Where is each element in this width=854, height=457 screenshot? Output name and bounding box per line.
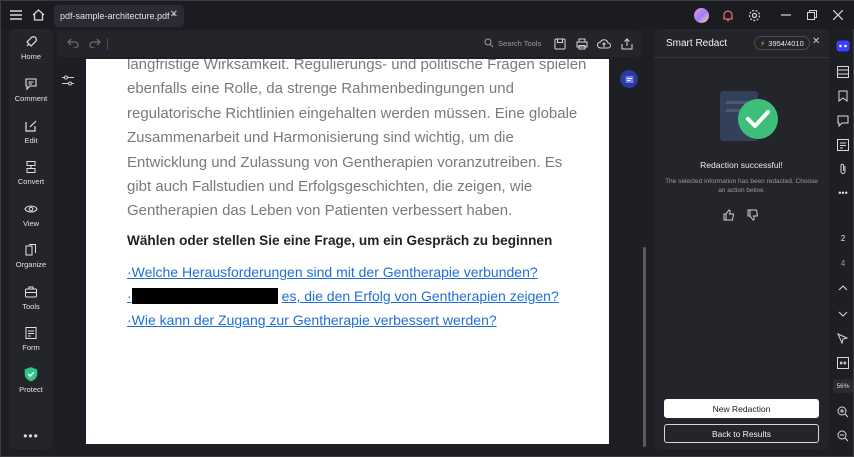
panel-divider bbox=[654, 57, 829, 58]
comment-icon bbox=[25, 78, 37, 91]
page-paragraph: langfristige Wirksamkeit. Regulierungs- … bbox=[127, 59, 587, 220]
form-icon bbox=[25, 327, 37, 339]
panel-toggle-icon[interactable] bbox=[836, 65, 850, 79]
redaction-box bbox=[131, 288, 278, 304]
app-window: pdf-sample-architecture.pdf * ✕ Home Com… bbox=[0, 0, 854, 457]
sidebar-item-label: Tools bbox=[22, 302, 40, 311]
organize-icon bbox=[25, 244, 36, 256]
vertical-scrollbar[interactable] bbox=[643, 247, 646, 447]
home-icon[interactable] bbox=[27, 4, 49, 26]
search-icon bbox=[484, 38, 494, 48]
redaction-success-icon bbox=[720, 91, 778, 141]
more-icon[interactable]: ••• bbox=[9, 429, 53, 443]
edit-icon bbox=[25, 120, 37, 132]
lightning-icon: ⚡ bbox=[760, 38, 766, 48]
sidebar-item-edit[interactable]: Edit bbox=[9, 119, 53, 157]
ai-assistant-icon[interactable] bbox=[620, 70, 638, 88]
current-page[interactable]: 2 bbox=[831, 234, 854, 243]
more-options-icon[interactable]: ••• bbox=[836, 186, 850, 200]
search-tools-input[interactable]: Search Tools bbox=[484, 38, 541, 48]
toolbox-icon bbox=[25, 286, 37, 298]
avatar[interactable] bbox=[694, 7, 709, 23]
sidebar-item-protect[interactable]: Protect bbox=[9, 366, 53, 404]
zoom-out-icon[interactable] bbox=[836, 429, 850, 443]
success-title: Redaction successful! bbox=[700, 160, 783, 170]
search-tools-placeholder: Search Tools bbox=[498, 38, 542, 48]
pdf-page: langfristige Wirksamkeit. Regulierungs- … bbox=[86, 59, 609, 444]
fit-width-icon[interactable] bbox=[836, 356, 850, 370]
sidebar-item-label: Comment bbox=[14, 94, 48, 103]
sidebar-item-tools[interactable]: Tools bbox=[9, 285, 53, 323]
sidebar-item-comment[interactable]: Comment bbox=[9, 77, 53, 115]
rocket-icon bbox=[26, 36, 37, 47]
bell-icon[interactable] bbox=[717, 4, 739, 26]
sidebar-item-view[interactable]: View bbox=[9, 202, 53, 240]
minimize-icon[interactable] bbox=[775, 4, 797, 26]
credits-count: 3954/4010 bbox=[768, 38, 804, 48]
chevron-up-icon[interactable] bbox=[836, 281, 850, 295]
document-toolbar: Search Tools bbox=[57, 31, 641, 57]
fields-icon[interactable] bbox=[836, 138, 850, 152]
question-link-1[interactable]: ·Welche Herausforderungen sind mit der G… bbox=[127, 264, 538, 280]
convert-icon bbox=[26, 161, 36, 173]
new-redaction-button[interactable]: New Redaction bbox=[664, 399, 819, 418]
page-heading: Wählen oder stellen Sie eine Frage, um e… bbox=[127, 233, 553, 248]
sidebar-item-label: Convert bbox=[17, 177, 45, 186]
sidebar-item-label: Home bbox=[20, 52, 41, 61]
comments-icon[interactable] bbox=[836, 114, 850, 128]
right-rail: ••• 2 4 56% bbox=[831, 29, 854, 449]
zoom-level[interactable]: 56% bbox=[833, 379, 853, 393]
success-description: The selected information has been redact… bbox=[665, 178, 818, 194]
question-link-2[interactable]: · es, die den Erfolg von Gentherapien zei… bbox=[127, 288, 559, 304]
left-sidebar: Home Comment Edit Convert View Organize … bbox=[9, 29, 53, 449]
document-viewport[interactable]: langfristige Wirksamkeit. Regulierungs- … bbox=[57, 57, 649, 449]
thumbs-down-icon[interactable] bbox=[746, 208, 760, 222]
menu-icon[interactable] bbox=[5, 4, 27, 26]
sidebar-item-label: Form bbox=[22, 343, 40, 352]
panel-close-icon[interactable]: ✕ bbox=[812, 36, 820, 47]
sidebar-item-label: Edit bbox=[24, 136, 38, 145]
smart-redact-panel: Smart Redact ⚡ 3954/4010 ✕ Redaction suc… bbox=[654, 29, 829, 449]
link-text: es, die den Erfolg von Gentherapien zeig… bbox=[281, 288, 559, 304]
title-bar: pdf-sample-architecture.pdf * ✕ bbox=[1, 1, 854, 29]
shield-icon bbox=[24, 367, 38, 382]
question-link-3[interactable]: ·Wie kann der Zugang zur Gentherapie ver… bbox=[127, 312, 497, 328]
toolbar-divider bbox=[107, 38, 108, 50]
back-to-results-button[interactable]: Back to Results bbox=[664, 424, 819, 443]
panel-title: Smart Redact bbox=[666, 38, 728, 49]
sidebar-item-label: Protect bbox=[19, 385, 43, 394]
attachment-icon[interactable] bbox=[836, 162, 850, 176]
undo-icon[interactable] bbox=[67, 36, 79, 51]
sidebar-item-convert[interactable]: Convert bbox=[9, 160, 53, 198]
document-tab[interactable]: pdf-sample-architecture.pdf * ✕ bbox=[54, 5, 184, 27]
tab-title: pdf-sample-architecture.pdf * bbox=[60, 11, 176, 21]
redo-icon[interactable] bbox=[89, 36, 101, 51]
thumbs-up-icon[interactable] bbox=[722, 208, 736, 222]
sidebar-item-label: View bbox=[22, 219, 40, 228]
select-cursor-icon[interactable] bbox=[836, 332, 850, 346]
sidebar-item-label: Organize bbox=[15, 260, 47, 269]
cloud-upload-icon[interactable] bbox=[597, 37, 611, 51]
eye-icon bbox=[24, 205, 38, 213]
restore-icon[interactable] bbox=[801, 4, 823, 26]
save-icon[interactable] bbox=[553, 37, 567, 51]
credits-badge: ⚡ 3954/4010 bbox=[754, 36, 810, 50]
share-icon[interactable] bbox=[620, 37, 634, 51]
window-controls bbox=[694, 1, 854, 29]
print-icon[interactable] bbox=[575, 37, 589, 51]
sidebar-item-organize[interactable]: Organize bbox=[9, 243, 53, 281]
chevron-down-icon[interactable] bbox=[836, 307, 850, 321]
tab-close-icon[interactable]: ✕ bbox=[170, 9, 178, 20]
total-pages: 4 bbox=[840, 259, 846, 268]
sidebar-item-form[interactable]: Form bbox=[9, 326, 53, 364]
ai-logo-icon[interactable] bbox=[836, 39, 850, 53]
close-window-icon[interactable] bbox=[827, 4, 849, 26]
zoom-in-icon[interactable] bbox=[836, 405, 850, 419]
sidebar-item-home[interactable]: Home bbox=[9, 35, 53, 73]
bookmark-icon[interactable] bbox=[836, 89, 850, 103]
filter-settings-icon[interactable] bbox=[58, 71, 78, 89]
gear-icon[interactable] bbox=[743, 4, 765, 26]
